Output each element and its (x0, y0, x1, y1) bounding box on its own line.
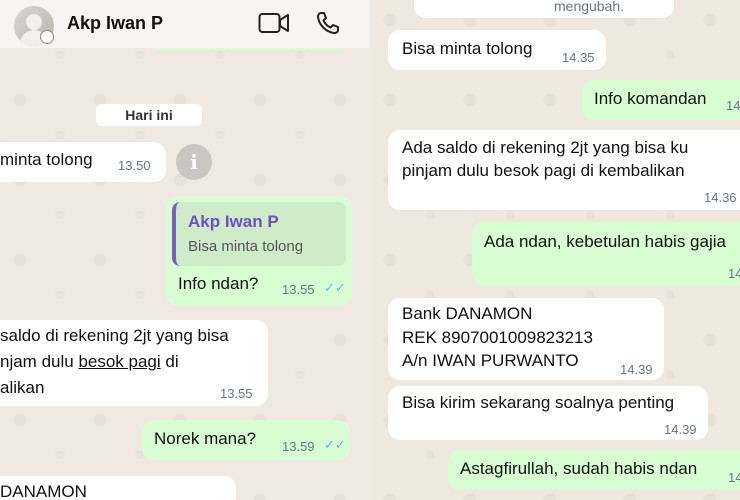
message-time: 13.50 (118, 158, 151, 173)
message-time: 13.59 (282, 439, 315, 454)
message-line: REK 8907001009823213 (402, 328, 593, 347)
double-check-icon: ✓✓ (324, 437, 346, 452)
date-link[interactable]: besok pagi (78, 352, 160, 371)
message-line: saldo di rekening 2jt yang bisa (0, 326, 229, 345)
message-text: Bisa kirim sekarang soalnya penting (402, 393, 675, 412)
quoted-text: Bisa minta tolong (188, 238, 304, 255)
info-icon[interactable]: i (176, 144, 212, 180)
incoming-message[interactable]: DANAMON (0, 476, 236, 500)
message-time: 14.39 (664, 422, 697, 437)
phone-call-icon[interactable] (315, 10, 341, 36)
double-check-icon: ✓✓ (324, 280, 346, 295)
quoted-message[interactable]: Akp Iwan P Bisa minta tolong (172, 202, 346, 266)
message-line: Bank DANAMON (402, 304, 533, 323)
outgoing-message[interactable]: Astagfirullah, sudah habis ndan 14 (448, 450, 740, 490)
chat-pane-left: Akp Iwan P Hari ini minta tolong 13.50 i… (0, 0, 370, 500)
message-line: A/n IWAN PURWANTO (402, 351, 579, 370)
incoming-message[interactable]: Bisa minta tolong 14.35 (388, 30, 606, 70)
message-time: 14 (726, 98, 740, 113)
message-text: minta tolong (0, 150, 93, 169)
incoming-message[interactable]: minta tolong 13.50 (0, 142, 166, 182)
message-time: 14 (728, 266, 740, 281)
message-time: 13.55 (220, 386, 253, 401)
outgoing-message[interactable]: Ada ndan, kebetulan habis gajia 14 (472, 222, 740, 286)
message-text: Info komandan (594, 89, 707, 108)
outgoing-message[interactable]: Norek mana? 13.59 ✓✓ (142, 420, 350, 460)
message-text: Bisa minta tolong (402, 39, 533, 58)
message-text: mengubah. (554, 0, 625, 14)
chat-pane-right: mengubah. Bisa minta tolong 14.35 Info k… (370, 0, 740, 500)
incoming-message[interactable]: saldo di rekening 2jt yang bisa njam dul… (0, 320, 268, 406)
message-time: 14.39 (620, 362, 653, 377)
incoming-message[interactable]: Ada saldo di rekening 2jt yang bisa ku p… (388, 130, 740, 210)
message-text: Ada ndan, kebetulan habis gajia (484, 232, 726, 251)
chat-header: Akp Iwan P (0, 0, 370, 48)
incoming-message[interactable]: mengubah. (414, 0, 674, 18)
message-time: 13.55 (282, 282, 315, 297)
message-time: 14.36 (704, 190, 737, 205)
video-call-icon[interactable] (258, 12, 290, 34)
message-text: Astagfirullah, sudah habis ndan (460, 459, 698, 478)
avatar-status-icon (40, 30, 54, 44)
message-time: 14 (728, 470, 740, 485)
message-line: njam dulu besok pagi di (0, 352, 179, 371)
message-text: Norek mana? (154, 429, 257, 448)
message-line: alikan (0, 378, 45, 397)
message-line: pinjam dulu besok pagi di kembalikan (402, 161, 685, 180)
quoted-sender: Akp Iwan P (188, 212, 279, 231)
message-text: Info ndan? (178, 274, 259, 293)
incoming-message[interactable]: Bank DANAMON REK 8907001009823213 A/n IW… (388, 298, 664, 380)
incoming-message[interactable]: Bisa kirim sekarang soalnya penting 14.3… (388, 386, 708, 440)
message-line: Ada saldo di rekening 2jt yang bisa ku (402, 138, 689, 157)
outgoing-reply-message[interactable]: Akp Iwan P Bisa minta tolong Info ndan? … (166, 196, 352, 306)
message-time: 14.35 (562, 50, 595, 65)
contact-name[interactable]: Akp Iwan P (67, 13, 163, 34)
outgoing-message[interactable]: Info komandan 14 (582, 80, 740, 120)
date-separator: Hari ini (96, 104, 202, 126)
message-text: DANAMON (0, 482, 87, 500)
